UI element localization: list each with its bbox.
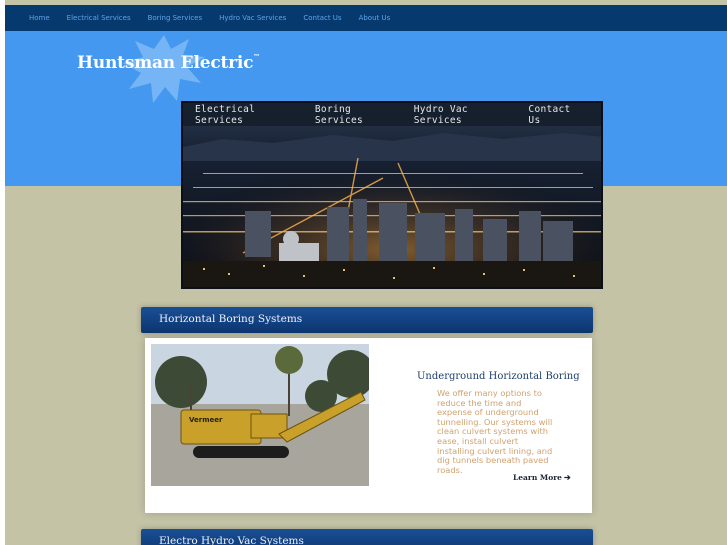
section-header-hydro-vac: Electro Hydro Vac Systems (141, 529, 593, 545)
nav-boring-services-link[interactable]: Boring Services (148, 14, 203, 22)
arrow-right-icon: ➔ (563, 472, 571, 482)
nav-about-us-link[interactable]: About Us (359, 14, 391, 22)
top-navigation: Home Electrical Services Boring Services… (5, 5, 727, 31)
photo-navigation: Electrical Services Boring Services Hydr… (183, 103, 601, 126)
nav-contact-us-link[interactable]: Contact Us (303, 14, 341, 22)
photo-nav-hydro-vac-services[interactable]: Hydro Vac Services (414, 104, 509, 126)
page: Home Electrical Services Boring Services… (5, 5, 727, 545)
underground-boring-description: We offer many options to reduce the time… (437, 388, 553, 475)
photo-nav-boring-services[interactable]: Boring Services (315, 104, 394, 126)
city-skyline-image (183, 103, 601, 287)
brand-name: Huntsman Electric (77, 53, 254, 73)
trademark-symbol: ™ (253, 52, 261, 61)
section-title-2: Electro Hydro Vac Systems (159, 535, 304, 545)
nav-home-link[interactable]: Home (29, 14, 50, 22)
underground-boring-heading: Underground Horizontal Boring (417, 371, 580, 382)
nav-electrical-services-link[interactable]: Electrical Services (67, 14, 131, 22)
brand-logo[interactable]: Huntsman Electric™ (77, 52, 261, 73)
photo-nav-electrical-services[interactable]: Electrical Services (195, 104, 295, 126)
horizontal-boring-panel: Vermeer Underground Horizontal Boring We… (145, 338, 592, 513)
section-header-horizontal-boring: Horizontal Boring Systems (141, 307, 593, 333)
nav-hydro-vac-services-link[interactable]: Hydro Vac Services (219, 14, 286, 22)
svg-text:Vermeer: Vermeer (189, 416, 223, 424)
boring-machine-image: Vermeer (151, 344, 369, 486)
city-night-photo: Electrical Services Boring Services Hydr… (181, 101, 603, 289)
boring-machine-photo: Vermeer (151, 344, 369, 486)
section-title: Horizontal Boring Systems (159, 313, 303, 325)
photo-nav-contact-us[interactable]: Contact Us (528, 104, 581, 126)
learn-more-label: Learn More (513, 473, 562, 482)
learn-more-link[interactable]: Learn More ➔ (513, 472, 571, 482)
